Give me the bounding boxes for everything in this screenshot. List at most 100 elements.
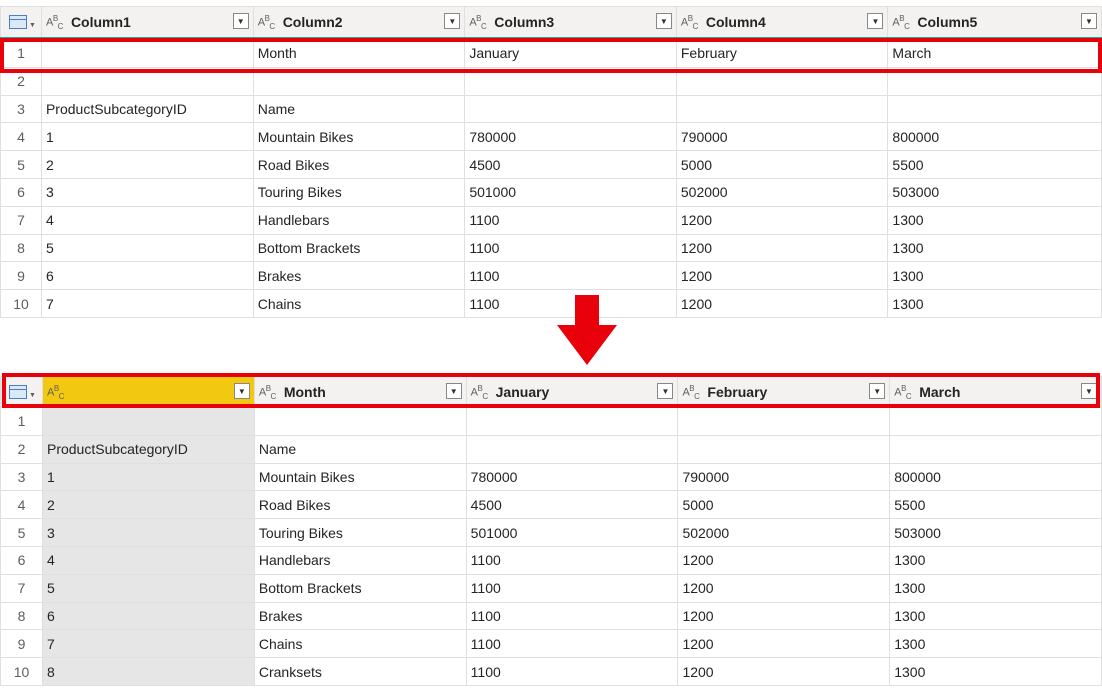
filter-dropdown-icon[interactable]: ▼ <box>445 383 462 399</box>
table-row[interactable]: 10 7 Chains 1100 1200 1300 <box>0 289 1102 318</box>
table-cell[interactable] <box>889 407 1102 436</box>
table-cell[interactable]: 1100 <box>464 205 677 235</box>
row-number[interactable]: 4 <box>0 490 43 520</box>
text-type-icon[interactable]: ABC <box>258 14 275 31</box>
table-cell[interactable]: Road Bikes <box>253 490 467 520</box>
column-header[interactable]: ABC Column1 ▼ <box>40 6 254 40</box>
table-cell[interactable]: 4500 <box>465 490 679 520</box>
table-cell[interactable]: Handlebars <box>253 545 467 575</box>
table-cell[interactable]: January <box>464 38 677 68</box>
table-cell[interactable]: Brakes <box>253 601 467 631</box>
table-cell[interactable]: 501000 <box>465 518 679 547</box>
table-row[interactable]: 5 2 Road Bikes 4500 5000 5500 <box>0 150 1102 179</box>
table-cell[interactable]: 780000 <box>465 462 679 492</box>
table-cell[interactable]: ProductSubcategoryID <box>40 94 254 124</box>
table-cell[interactable]: 780000 <box>464 122 677 152</box>
table-cell[interactable]: 5000 <box>675 150 889 179</box>
column-header[interactable]: ABC February ▼ <box>677 376 891 408</box>
table-cell[interactable]: 503000 <box>889 518 1102 547</box>
table-row[interactable]: 3 ProductSubcategoryID Name <box>0 94 1102 124</box>
table-row[interactable]: 8 5 Bottom Brackets 1100 1200 1300 <box>0 233 1102 263</box>
table-cell[interactable]: 1200 <box>677 601 891 631</box>
table-row[interactable]: 6 4 Handlebars 1100 1200 1300 <box>0 545 1102 575</box>
row-number[interactable]: 10 <box>0 657 43 686</box>
table-cell[interactable]: Brakes <box>252 261 466 291</box>
row-number[interactable]: 10 <box>0 289 42 318</box>
table-cell[interactable]: 1200 <box>675 289 889 318</box>
table-cell[interactable]: 1200 <box>677 545 891 575</box>
row-number[interactable]: 9 <box>0 261 42 291</box>
table-cell[interactable]: 5 <box>40 233 254 263</box>
row-number[interactable]: 2 <box>0 434 43 464</box>
column-header[interactable]: ABC Column4 ▼ <box>675 6 889 40</box>
table-cell[interactable]: 1200 <box>677 573 891 603</box>
table-cell[interactable] <box>887 66 1102 96</box>
text-type-icon[interactable]: ABC <box>471 384 488 401</box>
table-cell[interactable]: 1200 <box>675 261 889 291</box>
table-cell[interactable]: 1100 <box>465 629 679 659</box>
table-cell[interactable]: 502000 <box>675 177 889 207</box>
table-cell[interactable]: 790000 <box>677 462 891 492</box>
table-cell[interactable]: ProductSubcategoryID <box>41 434 255 464</box>
table-cell[interactable]: 6 <box>41 601 255 631</box>
table-cell[interactable]: 5 <box>41 573 255 603</box>
table-cell[interactable]: 1200 <box>677 629 891 659</box>
table-cell[interactable] <box>677 434 891 464</box>
table-row[interactable]: 5 3 Touring Bikes 501000 502000 503000 <box>0 518 1102 547</box>
text-type-icon[interactable]: ABC <box>259 384 276 401</box>
table-cell[interactable]: 800000 <box>887 122 1102 152</box>
table-cell[interactable]: 4500 <box>464 150 677 179</box>
table-cell[interactable]: 7 <box>41 629 255 659</box>
table-cell[interactable]: 2 <box>40 150 254 179</box>
table-cell[interactable]: Chains <box>253 629 467 659</box>
column-header[interactable]: ABC January ▼ <box>465 376 679 408</box>
table-cell[interactable]: 1300 <box>887 289 1102 318</box>
table-cell[interactable]: 1100 <box>464 261 677 291</box>
table-row[interactable]: 9 6 Brakes 1100 1200 1300 <box>0 261 1102 291</box>
table-row[interactable]: 2 ProductSubcategoryID Name <box>0 434 1102 464</box>
table-cell[interactable]: 5000 <box>677 490 891 520</box>
table-cell[interactable]: 1100 <box>465 601 679 631</box>
table-cell[interactable] <box>40 66 254 96</box>
table-row[interactable]: 1 Month January February March <box>0 38 1102 68</box>
table-cell[interactable]: 1 <box>40 122 254 152</box>
row-number[interactable]: 1 <box>0 407 43 436</box>
table-cell[interactable]: Bottom Brackets <box>253 573 467 603</box>
column-header[interactable]: ABC Column2 ▼ <box>252 6 466 40</box>
filter-dropdown-icon[interactable]: ▼ <box>1081 383 1097 399</box>
table-menu-button[interactable]: ▼ <box>0 6 42 40</box>
table-cell[interactable] <box>465 407 679 436</box>
table-row[interactable]: 6 3 Touring Bikes 501000 502000 503000 <box>0 177 1102 207</box>
table-cell[interactable]: March <box>887 38 1102 68</box>
row-number[interactable]: 6 <box>0 177 42 207</box>
table-row[interactable]: 4 2 Road Bikes 4500 5000 5500 <box>0 490 1102 520</box>
table-cell[interactable]: 1300 <box>889 629 1102 659</box>
table-cell[interactable] <box>465 434 679 464</box>
table-menu-button[interactable]: ▼ <box>0 376 43 408</box>
row-number[interactable]: 5 <box>0 150 42 179</box>
row-number[interactable]: 5 <box>0 518 43 547</box>
table-cell[interactable] <box>252 66 466 96</box>
table-cell[interactable]: Month <box>252 38 466 68</box>
table-cell[interactable]: 1100 <box>465 657 679 686</box>
text-type-icon[interactable]: ABC <box>894 384 911 401</box>
table-cell[interactable] <box>675 94 889 124</box>
text-type-icon[interactable]: ABC <box>681 14 698 31</box>
table-cell[interactable]: 790000 <box>675 122 889 152</box>
table-cell[interactable]: 1100 <box>465 573 679 603</box>
row-number[interactable]: 9 <box>0 629 43 659</box>
table-cell[interactable]: 4 <box>41 545 255 575</box>
column-header[interactable]: ABC Month ▼ <box>253 376 467 408</box>
table-cell[interactable]: Chains <box>252 289 466 318</box>
column-header-selected[interactable]: ABC ▼ <box>41 376 255 408</box>
table-cell[interactable]: 1200 <box>675 205 889 235</box>
table-cell[interactable]: Bottom Brackets <box>252 233 466 263</box>
table-cell[interactable]: 4 <box>40 205 254 235</box>
table-row[interactable]: 8 6 Brakes 1100 1200 1300 <box>0 601 1102 631</box>
table-cell[interactable]: Name <box>252 94 466 124</box>
table-row[interactable]: 4 1 Mountain Bikes 780000 790000 800000 <box>0 122 1102 152</box>
table-cell[interactable]: 2 <box>41 490 255 520</box>
table-cell[interactable]: Road Bikes <box>252 150 466 179</box>
filter-dropdown-icon[interactable]: ▼ <box>1081 13 1097 29</box>
table-cell[interactable]: February <box>675 38 889 68</box>
